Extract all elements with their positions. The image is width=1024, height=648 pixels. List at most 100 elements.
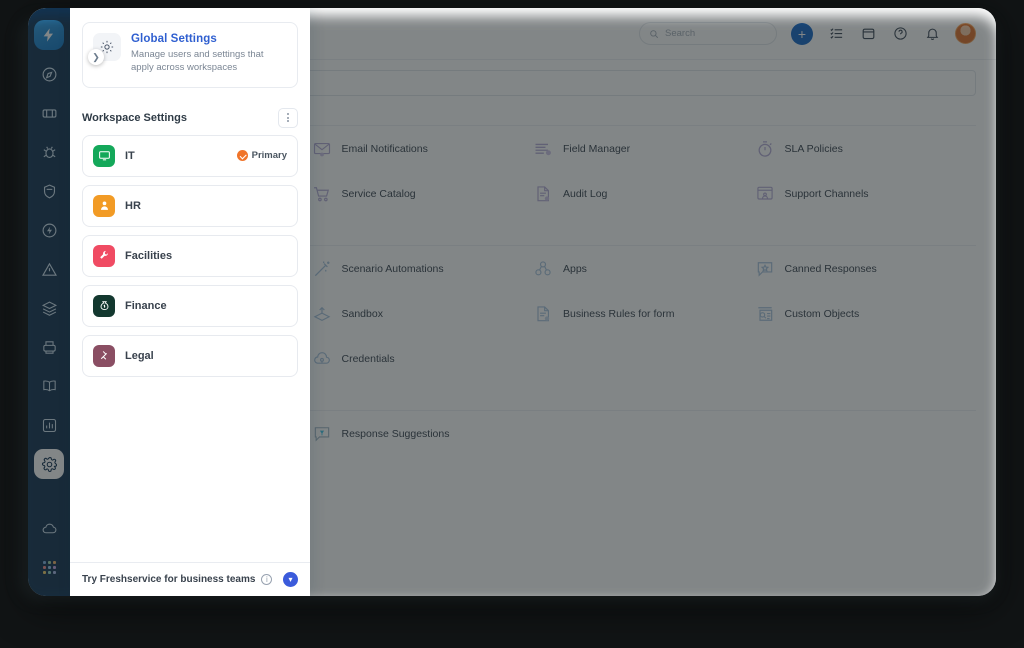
settings-item-credentials[interactable]: Credentials — [312, 336, 534, 381]
workspace-item-facilities[interactable]: Facilities — [82, 234, 298, 277]
settings-item-apps[interactable]: Apps — [533, 246, 755, 291]
workspace-list: IT Primary HR Facilities Finance Legal — [70, 134, 310, 377]
workspace-item-it[interactable]: IT Primary — [82, 134, 298, 177]
settings-item-label: Email Notifications — [341, 142, 428, 155]
monitor-icon — [93, 144, 115, 167]
settings-item-service-catalog[interactable]: Service Catalog — [312, 171, 534, 216]
settings-item-sla-policies[interactable]: SLA Policies — [755, 126, 977, 171]
grid-dots-icon — [42, 560, 56, 574]
status-badge: Primary — [236, 150, 287, 162]
settings-item-custom-objects[interactable]: Custom Objects — [755, 291, 977, 336]
settings-item-label: Custom Objects — [784, 307, 860, 320]
settings-item-support-channels[interactable]: Support Channels — [755, 171, 977, 216]
settings-item-label: Support Channels — [784, 187, 869, 200]
settings-item-label: SLA Policies — [784, 142, 843, 155]
settings-item-label: Credentials — [341, 352, 395, 365]
magic-wand-icon — [312, 259, 332, 279]
panel-footer[interactable]: Try Freshservice for business teams i ▾ — [70, 562, 310, 596]
settings-item-field-manager[interactable]: Field Manager — [533, 126, 755, 171]
settings-item-email-notifications[interactable]: Email Notifications — [312, 126, 534, 171]
support-channels-icon — [755, 184, 775, 204]
desktop-backdrop: Search + Search workspace settin — [0, 0, 1024, 648]
field-manager-icon — [533, 139, 553, 159]
sidebar-item-apps-grid[interactable] — [34, 552, 64, 582]
credentials-cloud-icon — [312, 349, 332, 369]
money-bag-icon — [93, 294, 115, 317]
settings-grid-empty — [533, 411, 755, 456]
workspace-item-label: HR — [125, 199, 141, 212]
workspace-settings-header: Workspace Settings — [82, 107, 298, 128]
info-circle-icon[interactable]: i — [261, 574, 273, 585]
status-badge-label: Primary — [251, 150, 287, 162]
sidebar-item-tickets[interactable] — [34, 98, 64, 128]
settings-item-label: Apps — [563, 262, 587, 275]
custom-objects-icon — [755, 304, 775, 324]
workspace-settings-panel: Global Settings Manage users and setting… — [70, 8, 310, 596]
workspace-item-label: Facilities — [125, 249, 173, 262]
gavel-icon — [93, 344, 115, 367]
panel-footer-label: Try Freshservice for business teams — [82, 574, 256, 585]
canned-response-icon — [755, 259, 775, 279]
business-rules-icon — [533, 304, 553, 324]
sidebar-item-assets[interactable] — [34, 293, 64, 323]
avatar[interactable] — [955, 23, 976, 44]
search-icon — [650, 29, 659, 38]
settings-item-business-rules-for-form[interactable]: Business Rules for form — [533, 291, 755, 336]
global-settings-card[interactable]: Global Settings Manage users and setting… — [82, 22, 298, 88]
workspace-settings-menu-button[interactable] — [278, 107, 298, 128]
app-window: Search + Search workspace settin — [28, 8, 996, 596]
global-settings-title: Global Settings — [131, 33, 217, 45]
calendar-icon[interactable] — [859, 25, 877, 43]
sidebar-item-cloud[interactable] — [34, 513, 64, 543]
person-icon — [93, 194, 115, 217]
workspace-item-label: IT — [125, 149, 135, 162]
settings-item-label: Response Suggestions — [341, 427, 450, 440]
panel-expand-button[interactable]: ❯ — [88, 49, 104, 65]
sidebar-item-alerts[interactable] — [34, 254, 64, 284]
settings-item-scenario-automations[interactable]: Scenario Automations — [312, 246, 534, 291]
settings-item-label: Sandbox — [341, 307, 383, 320]
global-settings-description: Manage users and settings that apply acr… — [131, 49, 264, 74]
sidebar-item-dashboard[interactable] — [34, 59, 64, 89]
apps-cubes-icon — [533, 259, 553, 279]
workspace-item-label: Legal — [125, 349, 154, 362]
add-button[interactable]: + — [791, 22, 813, 45]
search-input[interactable]: Search — [639, 22, 777, 45]
workspace-settings-heading: Workspace Settings — [82, 111, 187, 124]
settings-item-sandbox[interactable]: Sandbox — [312, 291, 534, 336]
settings-item-label: Canned Responses — [784, 262, 877, 275]
kebab-dot — [287, 120, 289, 123]
response-suggestions-icon — [312, 424, 332, 444]
stopwatch-icon — [755, 139, 775, 159]
sidebar-item-problems[interactable] — [34, 137, 64, 167]
sidebar-item-analytics[interactable] — [34, 410, 64, 440]
sidebar-item-solutions[interactable] — [34, 371, 64, 401]
search-placeholder: Search — [665, 28, 696, 39]
settings-item-response-suggestions[interactable]: Response Suggestions — [312, 411, 534, 456]
bell-icon[interactable] — [923, 25, 941, 43]
settings-grid-empty — [755, 336, 977, 381]
sidebar-item-settings[interactable] — [34, 449, 64, 479]
sidebar-item-contracts[interactable] — [34, 332, 64, 362]
plus-icon: + — [797, 25, 807, 42]
shopping-cart-icon — [312, 184, 332, 204]
help-circle-icon[interactable] — [891, 25, 909, 43]
envelope-icon — [312, 139, 332, 159]
primary-nav-rail — [28, 8, 70, 596]
settings-item-label: Field Manager — [563, 142, 631, 155]
settings-grid-empty — [755, 411, 977, 456]
workspace-item-hr[interactable]: HR — [82, 184, 298, 227]
sidebar-item-changes[interactable] — [34, 176, 64, 206]
tasks-list-icon[interactable] — [827, 25, 845, 43]
sidebar-item-logo[interactable] — [34, 20, 64, 50]
workspace-item-legal[interactable]: Legal — [82, 334, 298, 377]
settings-item-label: Service Catalog — [341, 187, 416, 200]
settings-item-audit-log[interactable]: Audit Log — [533, 171, 755, 216]
chevron-down-icon[interactable]: ▾ — [283, 572, 298, 587]
settings-item-canned-responses[interactable]: Canned Responses — [755, 246, 977, 291]
wrench-icon — [93, 244, 115, 267]
settings-item-label: Audit Log — [563, 187, 608, 200]
sidebar-item-releases[interactable] — [34, 215, 64, 245]
workspace-item-finance[interactable]: Finance — [82, 284, 298, 327]
settings-grid-empty — [533, 336, 755, 381]
